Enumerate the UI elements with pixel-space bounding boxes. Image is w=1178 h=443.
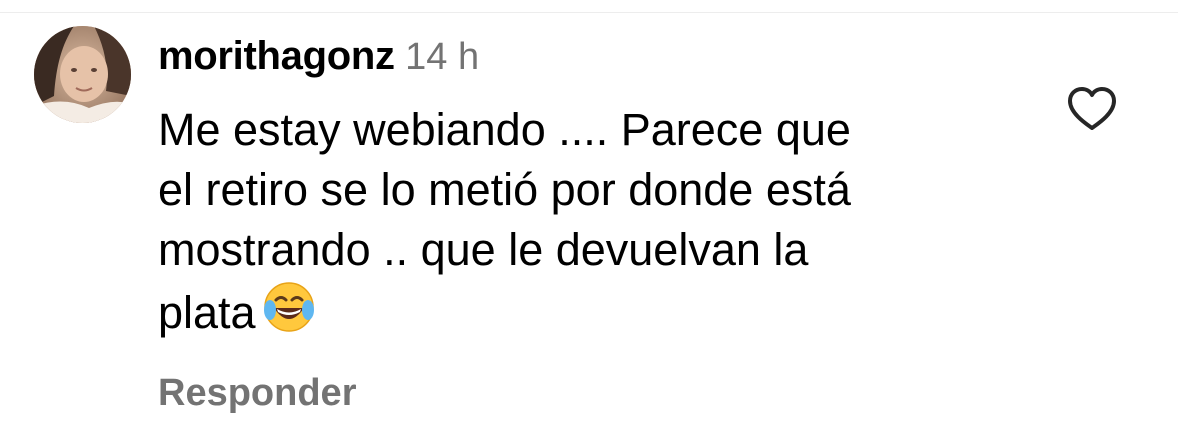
timestamp: 14 h (405, 36, 480, 78)
comment-text: Me estay webiando .... Parece que el ret… (158, 100, 1038, 349)
comment-text-line: plata (158, 287, 256, 338)
username[interactable]: morithagonz (158, 34, 395, 78)
comment-text-line: mostrando .. que le devuelvan la (158, 224, 809, 275)
comment-text-line: Me estay webiando .... Parece que (158, 104, 851, 155)
comment-header: morithagonz 14 h (158, 34, 479, 84)
avatar[interactable] (34, 26, 131, 123)
comment-text-line: el retiro se lo metió por donde está (158, 164, 851, 215)
tears-of-joy-emoji-icon (262, 280, 316, 349)
avatar-photo (34, 26, 131, 123)
comment-text-line-last: plata (158, 280, 1038, 349)
heart-outline-icon (1068, 87, 1116, 130)
reply-button[interactable]: Responder (158, 372, 356, 415)
like-button[interactable] (1066, 86, 1118, 132)
comment: morithagonz 14 h Me estay webiando .... … (0, 0, 1178, 443)
